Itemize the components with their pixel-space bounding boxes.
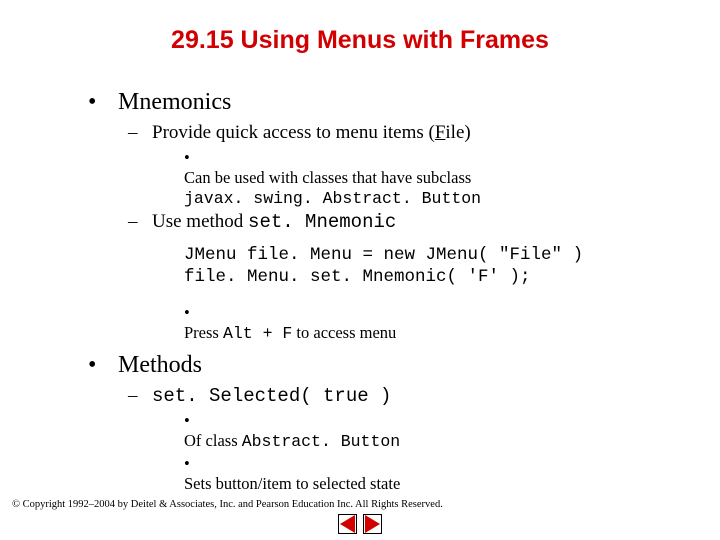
bullet-dot: • [184, 454, 212, 474]
code-setselected: set. Selected( true ) [152, 385, 391, 407]
bullet-dash: – [128, 211, 152, 233]
mnemonic-underline: F [435, 122, 446, 143]
bullet-sets-state: •Sets button/item to selected state [184, 454, 672, 494]
text: Use method [152, 211, 248, 232]
nav-controls [0, 514, 720, 534]
code-abstractbutton: Abstract. Button [242, 432, 400, 451]
bullet-press-alt-f: •Press Alt + F to access menu [184, 303, 672, 344]
bullet-text: Mnemonics [118, 89, 231, 115]
bullet-body: Of class Abstract. Button [184, 431, 634, 452]
triangle-right-icon [365, 515, 380, 533]
bullet-mnemonics: •Mnemonics [88, 89, 672, 116]
bullet-dot: • [184, 303, 212, 323]
code-setmnemonic: set. Mnemonic [248, 211, 396, 233]
text-pre: Provide quick access to menu items ( [152, 122, 435, 143]
bullet-of-class: •Of class Abstract. Button [184, 411, 672, 452]
slide-title: 29.15 Using Menus with Frames [48, 26, 672, 55]
bullet-text: Methods [118, 352, 202, 378]
bullet-subclass: •Can be used with classes that have subc… [184, 148, 672, 208]
bullet-dot: • [184, 148, 212, 168]
code-block: JMenu file. Menu = new JMenu( "File" ) f… [184, 245, 672, 289]
bullet-body: Sets button/item to selected state [184, 474, 634, 494]
next-button[interactable] [363, 514, 382, 534]
bullet-use-method: –Use method set. Mnemonic [128, 211, 672, 233]
bullet-provide-access: –Provide quick access to menu items (Fil… [128, 122, 672, 144]
text1: Press [184, 323, 223, 342]
text1: Of class [184, 431, 242, 450]
bullet-dot: • [184, 411, 212, 431]
triangle-left-icon [340, 515, 355, 533]
bullet-methods: •Methods [88, 352, 672, 379]
line2-code: javax. swing. Abstract. Button [184, 189, 481, 208]
bullet-dash: – [128, 122, 152, 144]
copyright-text: © Copyright 1992–2004 by Deitel & Associ… [12, 499, 443, 510]
text2: to access menu [292, 323, 396, 342]
bullet-body: Can be used with classes that have subcl… [184, 168, 634, 209]
code-altf: Alt + F [223, 324, 292, 343]
bullet-dash: – [128, 385, 152, 407]
bullet-dot: • [88, 89, 118, 116]
text-post: ile) [445, 122, 470, 143]
bullet-setselected: –set. Selected( true ) [128, 385, 672, 407]
bullet-body: Press Alt + F to access menu [184, 323, 634, 344]
bullet-dot: • [88, 352, 118, 379]
line1: Can be used with classes that have subcl… [184, 168, 471, 187]
text: Sets button/item to selected state [184, 474, 400, 493]
prev-button[interactable] [338, 514, 357, 534]
